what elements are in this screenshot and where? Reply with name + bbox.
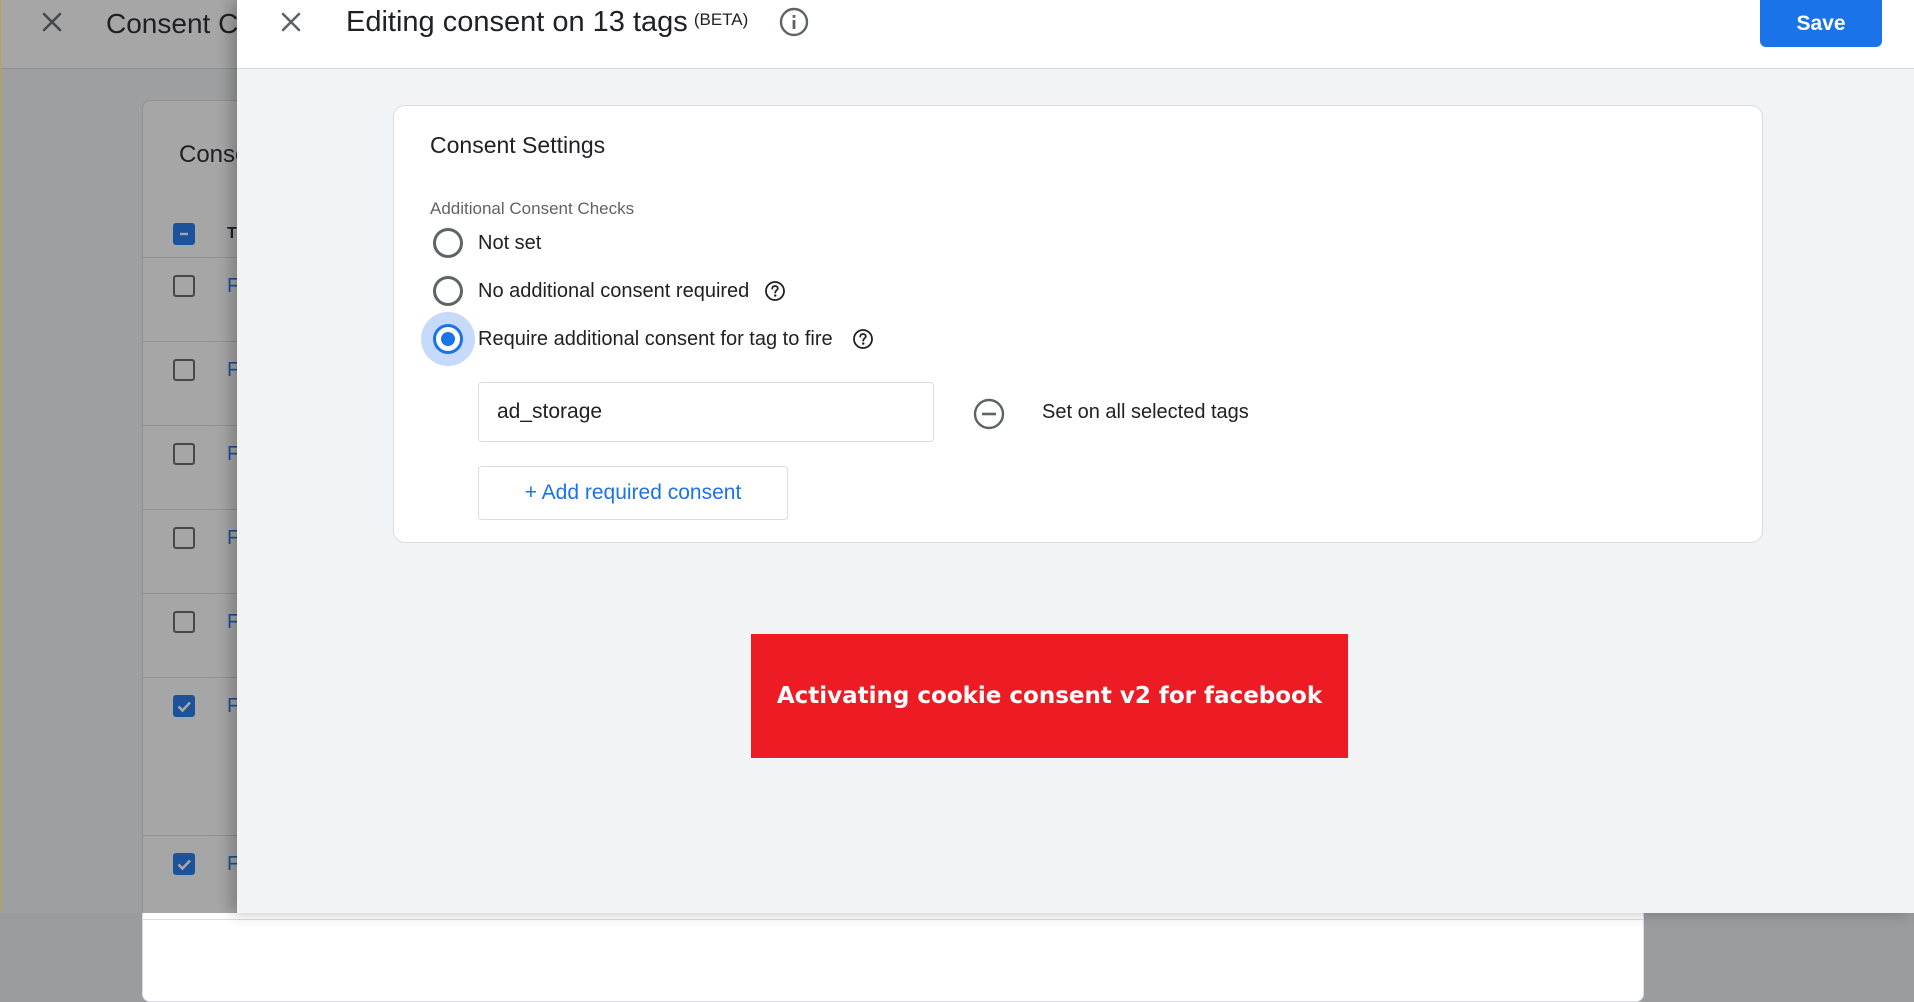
radio-button[interactable] — [433, 228, 463, 258]
help-icon[interactable] — [764, 280, 786, 302]
sheet-title-text: Editing consent on 13 tags — [346, 6, 688, 38]
section-label: Additional Consent Checks — [430, 199, 635, 218]
sheet-title: Editing consent on 13 tags (BETA) — [346, 6, 748, 39]
add-required-consent-button[interactable]: + Add required consent — [478, 466, 788, 520]
consent-settings-card: Consent Settings Additional Consent Chec… — [393, 105, 1763, 543]
beta-badge: (BETA) — [693, 10, 749, 29]
set-on-all-tags-label: Set on all selected tags — [1042, 401, 1249, 423]
save-button[interactable]: Save — [1760, 0, 1882, 47]
radio-button-selected[interactable] — [433, 324, 463, 354]
remove-circle-icon[interactable] — [972, 397, 1006, 431]
help-icon[interactable] — [852, 328, 874, 350]
window-border — [0, 0, 1, 913]
radio-label: Not set — [478, 232, 542, 254]
radio-option-require-additional-consent[interactable]: Require additional consent for tag to fi… — [421, 312, 910, 366]
info-icon[interactable] — [778, 6, 810, 38]
radio-option-no-additional-consent[interactable]: No additional consent required — [430, 271, 830, 311]
radio-button[interactable] — [433, 276, 463, 306]
edit-consent-sheet: Editing consent on 13 tags (BETA) Save Co… — [237, 0, 1914, 913]
close-icon[interactable] — [275, 6, 307, 38]
sheet-header: Editing consent on 13 tags (BETA) Save — [237, 0, 1914, 69]
radio-option-not-set[interactable]: Not set — [430, 223, 690, 263]
card-title: Consent Settings — [430, 132, 606, 158]
radio-label: Require additional consent for tag to fi… — [478, 328, 833, 350]
radio-label: No additional consent required — [478, 280, 750, 302]
consent-type-input[interactable] — [478, 382, 934, 442]
overlay-caption-banner: Activating cookie consent v2 for faceboo… — [751, 634, 1348, 758]
